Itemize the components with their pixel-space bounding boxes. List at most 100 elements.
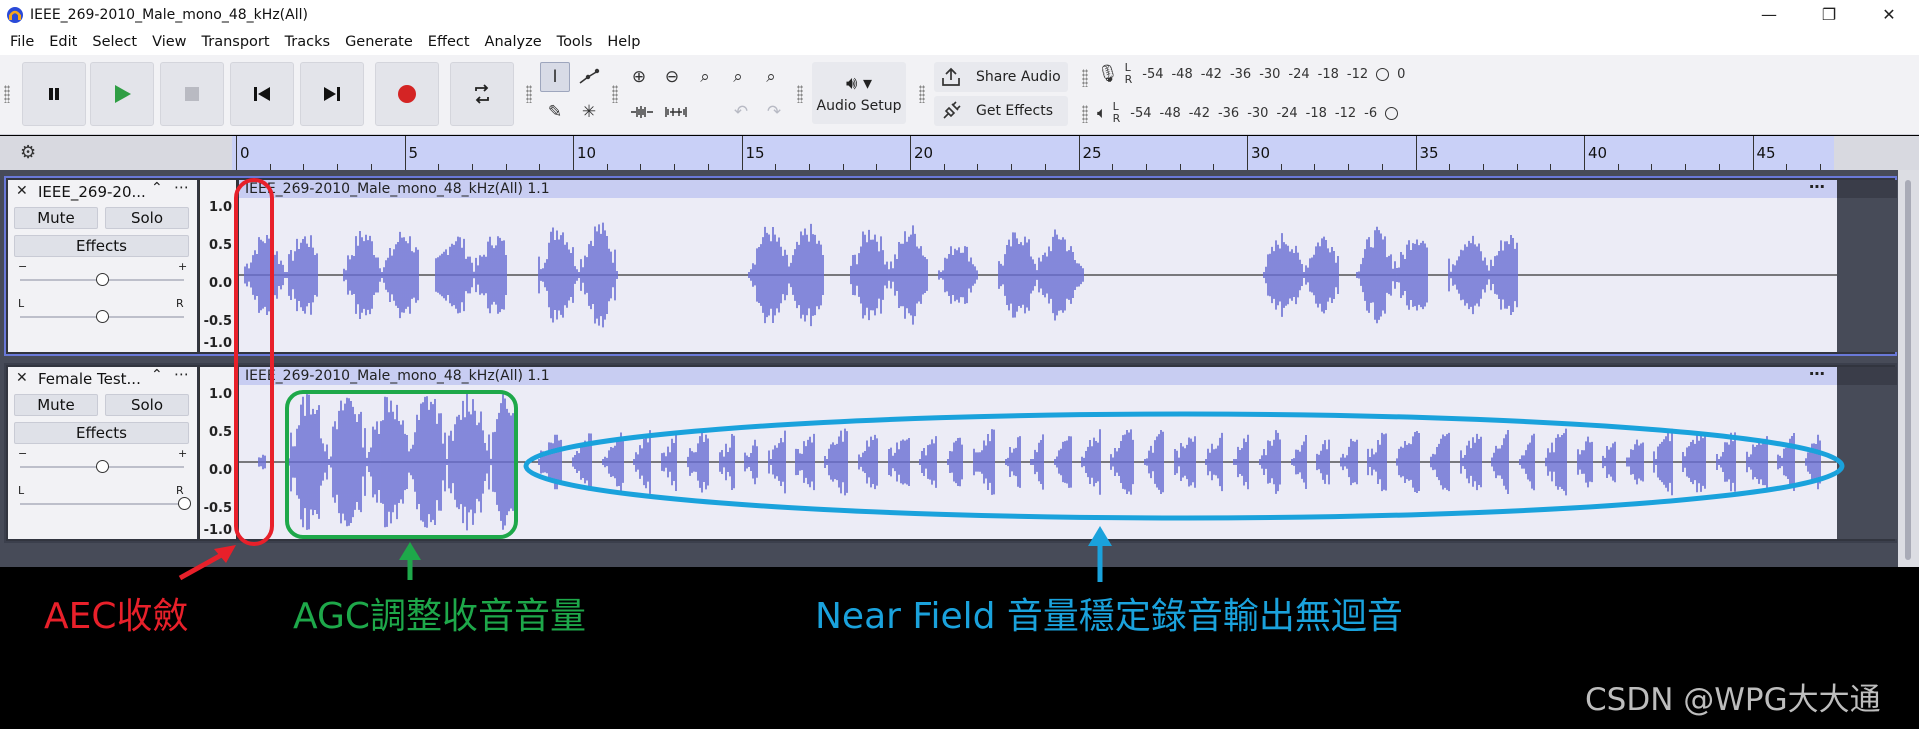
multi-tool-icon[interactable]: ✳: [574, 97, 604, 127]
collapse-track-icon[interactable]: ⌃: [151, 367, 163, 383]
menu-help[interactable]: Help: [601, 34, 646, 50]
toolbar-grip[interactable]: [1082, 105, 1088, 123]
audio-setup-button[interactable]: 🔊︎ ▾ Audio Setup: [812, 62, 906, 124]
zoom-in-icon[interactable]: ⊕: [624, 62, 654, 92]
zoom-out-icon[interactable]: ⊖: [657, 62, 687, 92]
mute-button[interactable]: Mute: [14, 207, 98, 229]
audio-clip[interactable]: IEEE_269-2010_Male_mono_48_kHz(All) 1.1 …: [239, 177, 1837, 352]
timeline-ruler[interactable]: 0 5 10 15 20 25 30 35 40 45: [232, 136, 1834, 170]
gain-slider-knob[interactable]: [96, 273, 109, 286]
ruler-label: 0: [240, 144, 250, 162]
menu-view[interactable]: View: [146, 34, 192, 50]
zoom-toggle-icon[interactable]: ⌕: [756, 62, 786, 92]
undo-icon[interactable]: ↶: [726, 97, 756, 127]
scrollbar-thumb[interactable]: [1905, 180, 1911, 560]
solo-button[interactable]: Solo: [105, 394, 189, 416]
silence-audio-icon[interactable]: [661, 97, 691, 127]
envelope-tool-icon[interactable]: [574, 62, 604, 92]
ruler-label: 5: [408, 144, 419, 162]
solo-button[interactable]: Solo: [105, 207, 189, 229]
close-track-icon[interactable]: ✕: [16, 183, 28, 199]
window-title: IEEE_269-2010_Male_mono_48_kHz(All): [30, 6, 308, 23]
track-name[interactable]: IEEE_269-20...: [38, 183, 146, 201]
vertical-scale[interactable]: 1.0 0.5 0.0 -0.5 -1.0: [199, 367, 237, 539]
ruler-tick: [1078, 136, 1080, 170]
trim-audio-icon[interactable]: [627, 97, 657, 127]
loop-icon: [475, 84, 489, 104]
agc-annotation: AGC調整收音音量: [293, 596, 587, 637]
collapse-track-icon[interactable]: ⌃: [151, 180, 163, 196]
toolbar-grip[interactable]: [1082, 69, 1088, 87]
loop-button[interactable]: [450, 62, 514, 126]
clip-header[interactable]: IEEE_269-2010_Male_mono_48_kHz(All) 1.1 …: [239, 364, 1837, 385]
get-effects-button[interactable]: Get Effects: [934, 96, 1068, 126]
empty-track-area[interactable]: [1837, 367, 1897, 539]
clip-menu-icon[interactable]: ⋯: [1809, 177, 1825, 196]
minimize-button[interactable]: —: [1739, 0, 1799, 29]
playback-level-knob[interactable]: [1385, 106, 1399, 120]
plug-icon: [943, 101, 961, 119]
record-meter[interactable]: 🎙︎ L R -54 -48 -42 -36 -30 -24 -18 -12 0: [1097, 59, 1405, 89]
menu-bar: File Edit Select View Transport Tracks G…: [0, 29, 1919, 55]
pan-slider-knob[interactable]: [96, 310, 109, 323]
mute-button[interactable]: Mute: [14, 394, 98, 416]
pan-right-label: R: [176, 297, 184, 310]
toolbar-grip[interactable]: [612, 85, 618, 103]
stop-button[interactable]: [160, 62, 224, 126]
menu-edit[interactable]: Edit: [43, 34, 83, 50]
vertical-scale[interactable]: 1.0 0.5 0.0 -0.5 -1.0: [199, 180, 237, 352]
menu-generate[interactable]: Generate: [339, 34, 419, 50]
record-button[interactable]: [375, 62, 439, 126]
menu-file[interactable]: File: [4, 34, 40, 50]
ruler-tick: [404, 136, 406, 170]
clip-menu-icon[interactable]: ⋯: [1809, 364, 1825, 383]
menu-tracks[interactable]: Tracks: [279, 34, 337, 50]
get-effects-label: Get Effects: [976, 103, 1053, 119]
waveform[interactable]: [239, 385, 1837, 539]
track-menu-icon[interactable]: ⋯: [174, 365, 189, 383]
menu-tools[interactable]: Tools: [551, 34, 599, 50]
pause-button[interactable]: [22, 62, 86, 126]
audio-track[interactable]: ✕ IEEE_269-20... ⌃ ⋯ Mute Solo Effects −…: [4, 176, 1897, 356]
playback-meter[interactable]: 🔈︎ L R -54 -48 -42 -36 -30 -24 -18 -12 -6: [1097, 98, 1399, 128]
toolbar-grip[interactable]: [919, 85, 925, 103]
audio-clip[interactable]: IEEE_269-2010_Male_mono_48_kHz(All) 1.1 …: [239, 364, 1837, 539]
ruler-label: 20: [914, 144, 934, 162]
close-window-button[interactable]: ✕: [1859, 0, 1919, 29]
skip-to-start-icon: [254, 87, 270, 101]
timeline-settings-icon[interactable]: ⚙︎: [20, 142, 36, 163]
close-track-icon[interactable]: ✕: [16, 370, 28, 386]
track-name[interactable]: Female Test...: [38, 370, 141, 388]
play-button[interactable]: [90, 62, 154, 126]
waveform[interactable]: [239, 198, 1837, 352]
selection-tool-icon[interactable]: I: [540, 62, 570, 92]
menu-effect[interactable]: Effect: [422, 34, 476, 50]
skip-to-end-button[interactable]: [300, 62, 364, 126]
empty-track-area[interactable]: [1837, 180, 1897, 352]
share-icon: [942, 67, 960, 86]
effects-button[interactable]: Effects: [14, 422, 189, 444]
audio-track[interactable]: ✕ Female Test... ⌃ ⋯ Mute Solo Effects −…: [4, 363, 1897, 543]
draw-tool-icon[interactable]: ✎: [540, 97, 570, 127]
fit-project-icon[interactable]: ⌕: [723, 62, 753, 92]
effects-button[interactable]: Effects: [14, 235, 189, 257]
skip-to-start-button[interactable]: [230, 62, 294, 126]
menu-transport[interactable]: Transport: [196, 34, 276, 50]
vertical-scrollbar[interactable]: [1898, 170, 1919, 567]
fit-selection-icon[interactable]: ⌕: [690, 62, 720, 92]
menu-analyze[interactable]: Analyze: [479, 34, 548, 50]
toolbar-grip[interactable]: [526, 85, 532, 103]
menu-select[interactable]: Select: [86, 34, 143, 50]
pan-slider-knob[interactable]: [178, 497, 191, 510]
toolbar-grip[interactable]: [4, 85, 10, 103]
pan-slider[interactable]: [20, 503, 184, 505]
record-level-knob[interactable]: [1376, 67, 1390, 81]
share-audio-button[interactable]: Share Audio: [934, 62, 1068, 92]
clip-header[interactable]: IEEE_269-2010_Male_mono_48_kHz(All) 1.1 …: [239, 177, 1837, 198]
redo-icon[interactable]: ↷: [759, 97, 789, 127]
maximize-button[interactable]: ❐: [1799, 0, 1859, 29]
track-menu-icon[interactable]: ⋯: [174, 178, 189, 196]
pan-left-label: L: [18, 484, 25, 497]
toolbar-grip[interactable]: [797, 85, 803, 103]
gain-slider-knob[interactable]: [96, 460, 109, 473]
